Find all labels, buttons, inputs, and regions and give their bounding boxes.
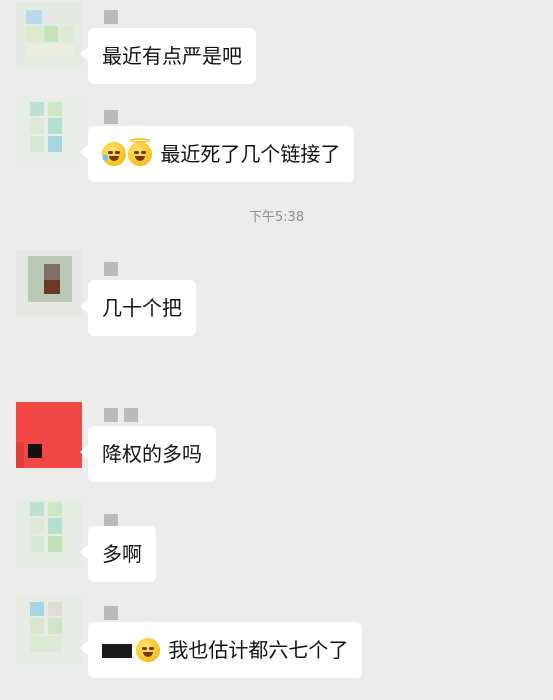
message-bubble[interactable]: 我也估计都六七个了 xyxy=(79,622,363,678)
avatar[interactable] xyxy=(16,250,82,316)
message-bubble[interactable]: 多啊 xyxy=(80,526,156,582)
message-bubble[interactable]: 几十个把 xyxy=(80,280,196,336)
sender-name xyxy=(104,262,118,276)
message-bubble[interactable]: 最近死了几个链接了 xyxy=(79,126,355,182)
halo-hand-over-mouth-emoji xyxy=(128,138,152,166)
message-text: 最近死了几个链接了 xyxy=(160,142,341,166)
message-text: 几十个把 xyxy=(102,296,182,320)
sender-name xyxy=(104,606,118,620)
timestamp: 下午5:38 xyxy=(248,210,305,225)
avatar[interactable] xyxy=(16,98,82,164)
grinning-sweat-emoji xyxy=(102,142,126,166)
message-bubble[interactable]: 降权的多吗 xyxy=(80,426,216,482)
avatar[interactable] xyxy=(16,402,82,468)
message-text: 最近有点严是吧 xyxy=(102,44,242,68)
avatar[interactable] xyxy=(16,2,82,68)
sender-name xyxy=(104,408,118,422)
message-text: 降权的多吗 xyxy=(102,442,202,466)
avatar[interactable] xyxy=(16,598,82,664)
message-text: 多啊 xyxy=(102,542,142,566)
chat-window: 最近有点严是吧 最近死了几个链接了 下午5:38 几十个把 降权的多吗 多啊 我… xyxy=(0,0,553,700)
sender-name xyxy=(124,408,138,422)
avatar[interactable] xyxy=(16,500,82,566)
facepalm-emoji xyxy=(136,638,160,662)
message-text: 我也估计都六七个了 xyxy=(168,638,349,662)
sender-name xyxy=(104,110,118,124)
redacted-block xyxy=(102,644,132,658)
sender-name xyxy=(104,10,118,24)
message-bubble[interactable]: 最近有点严是吧 xyxy=(80,28,256,84)
